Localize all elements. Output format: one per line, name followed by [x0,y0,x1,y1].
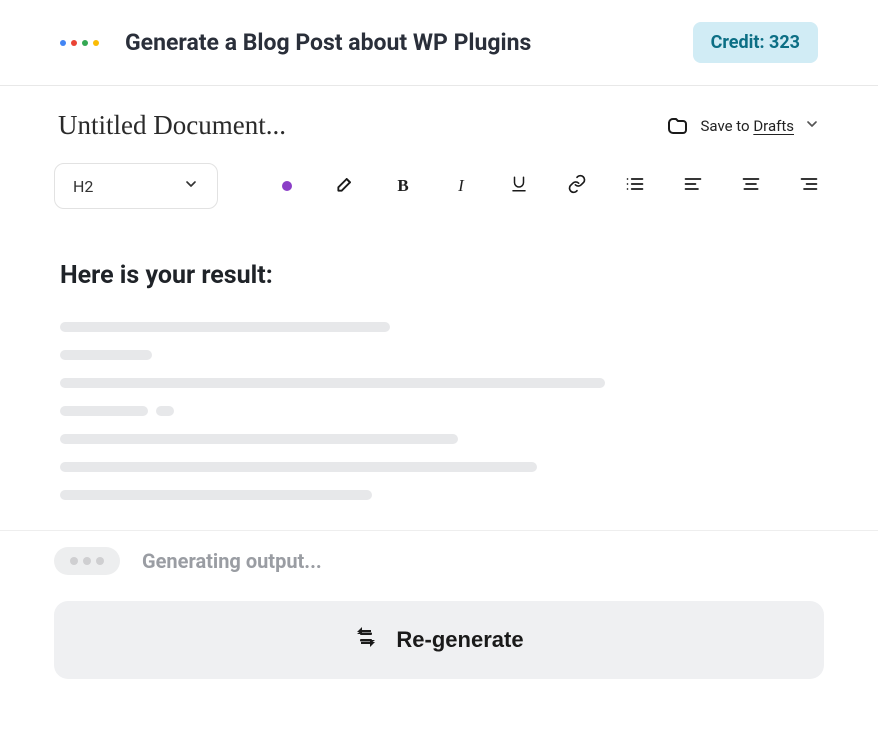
link-icon [567,174,587,198]
page-title: Generate a Blog Post about WP Plugins [125,29,693,56]
skeleton-placeholder [60,322,818,500]
credit-badge: Credit: 323 [693,22,818,63]
align-right-icon [799,174,819,198]
regenerate-label: Re-generate [396,627,523,653]
bold-button[interactable]: B [392,175,414,197]
document-title-input[interactable]: Untitled Document... [58,110,666,141]
list-button[interactable] [624,175,646,197]
chevron-down-icon [804,116,820,136]
align-left-icon [683,174,703,198]
chevron-down-icon [183,176,199,196]
regenerate-button[interactable]: Re-generate [54,601,824,679]
app-logo [60,40,99,46]
list-icon [625,174,645,198]
save-to-button[interactable]: Save to Drafts [666,114,820,138]
page-header: Generate a Blog Post about WP Plugins Cr… [0,0,878,86]
save-label: Save to Drafts [700,117,794,135]
italic-button[interactable]: I [450,175,472,197]
color-dot-icon [282,181,292,191]
heading-select-value: H2 [73,177,93,196]
generating-text: Generating output... [142,549,322,573]
align-left-button[interactable] [682,175,704,197]
text-color-button[interactable] [276,175,298,197]
highlight-button[interactable] [334,175,356,197]
align-center-icon [741,174,761,198]
underline-button[interactable] [508,175,530,197]
highlighter-icon [335,174,355,198]
save-location: Drafts [753,117,794,135]
document-bar: Untitled Document... Save to Drafts [0,86,878,141]
result-heading: Here is your result: [60,261,818,290]
underline-icon [510,175,528,197]
loading-dots-icon [54,547,120,575]
generating-status: Generating output... [54,547,824,575]
link-button[interactable] [566,175,588,197]
align-right-button[interactable] [798,175,820,197]
folder-icon [666,114,690,138]
heading-select[interactable]: H2 [54,163,218,209]
swap-arrows-icon [354,625,378,655]
bottom-panel: Generating output... Re-generate [0,530,878,729]
editor-content[interactable]: Here is your result: [0,221,878,530]
align-center-button[interactable] [740,175,762,197]
formatting-toolbar: H2 B I [0,141,878,221]
